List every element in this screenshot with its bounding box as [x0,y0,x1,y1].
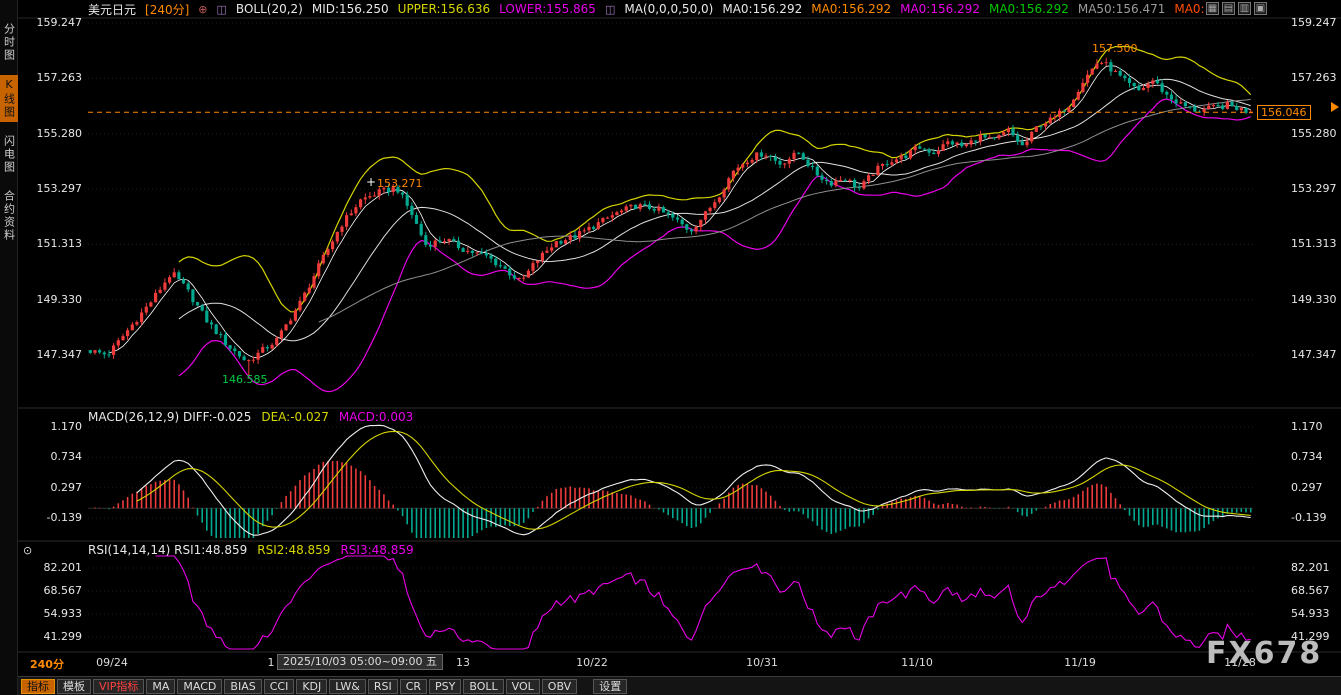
vertical-tile-icon[interactable]: ▥ [1238,2,1251,15]
boll-params: BOLL(20,2) [236,2,303,16]
time-tick: 10/31 [746,656,778,669]
rsi-panel-header: RSI(14,14,14) RSI1:48.859 RSI2:48.859 RS… [88,543,414,557]
tab-obv[interactable]: OBV [542,679,577,694]
trading-app-window: 美元日元 [240分] ⊕ ◫ BOLL(20,2) MID:156.250 U… [0,0,1341,695]
rsi-axis-label: 68.567 [1291,584,1341,597]
tab-lwr[interactable]: LW& [329,679,366,694]
macd-dea-value: DEA:-0.027 [261,410,329,424]
rsi-axis-label: 41.299 [30,630,82,643]
rsi-axis-label: 54.933 [1291,607,1341,620]
single-pane-icon[interactable]: ▣ [1254,2,1267,15]
rsi-axis-label: 82.201 [1291,561,1341,574]
rsi-axis-label: 82.201 [30,561,82,574]
ma-value-4: MA0:156.292 [989,2,1069,16]
price-axis-label: 157.263 [30,71,82,84]
price-chart-canvas[interactable] [0,0,1341,695]
ma-value-1: MA0:156.292 [722,2,802,16]
sidebar-item-timeshare-chart[interactable]: 分时图 [0,20,18,65]
rsi-axis-label: 68.567 [30,584,82,597]
ma-value-2: MA0:156.292 [811,2,891,16]
macd-axis-label: -0.139 [1291,511,1341,524]
price-axis-label: 157.263 [1291,71,1341,84]
horizontal-tile-icon[interactable]: ▤ [1222,2,1235,15]
macd-axis-label: 1.170 [30,420,82,433]
rsi2-value: RSI2:48.859 [257,543,330,557]
grid-layout-icon[interactable]: ▦ [1206,2,1219,15]
boll-upper-value: UPPER:156.636 [398,2,490,16]
crosshair-marker-icon: + [366,175,376,189]
tab-indicator[interactable]: 指标 [21,679,55,694]
time-tick: 09/24 [96,656,128,669]
time-tick: 11/19 [1064,656,1096,669]
header-bar: 美元日元 [240分] ⊕ ◫ BOLL(20,2) MID:156.250 U… [88,0,1212,18]
price-axis-label: 151.313 [30,237,82,250]
price-axis-label: 149.330 [1291,293,1341,306]
period-label[interactable]: [240分] [145,1,189,18]
macd-axis-label: 0.734 [30,450,82,463]
macd-axis-label: 1.170 [1291,420,1341,433]
macd-bar-value: MACD:0.003 [339,410,413,424]
sidebar-item-kline-chart[interactable]: K线图 [0,75,18,122]
symbol-name: 美元日元 [88,1,136,18]
macd-axis-label: 0.297 [30,481,82,494]
tab-vip-indicator[interactable]: VIP指标 [93,679,144,694]
tab-cci[interactable]: CCI [264,679,295,694]
scroll-to-latest-icon[interactable] [1331,102,1339,112]
indicator-toolbar: 指标 模板 VIP指标 MA MACD BIAS CCI KDJ LW& RSI… [18,676,1341,695]
rsi1-value: RSI(14,14,14) RSI1:48.859 [88,543,247,557]
tab-rsi[interactable]: RSI [368,679,398,694]
time-tick: 1 [268,656,275,669]
tab-ma[interactable]: MA [146,679,175,694]
boll-indicator-icon[interactable]: ◫ [217,4,227,15]
tab-settings[interactable]: 设置 [593,679,627,694]
price-axis-label: 151.313 [1291,237,1341,250]
price-axis-label: 153.297 [1291,182,1341,195]
last-price-marker: 156.046 [1257,105,1311,120]
timeframe-label[interactable]: 240分 [30,656,64,672]
tab-macd[interactable]: MACD [177,679,222,694]
ma-params: MA(0,0,0,50,0) [624,2,713,16]
tab-psy[interactable]: PSY [429,679,461,694]
macd-axis-label: 0.734 [1291,450,1341,463]
price-axis-label: 155.280 [1291,127,1341,140]
price-axis-label: 149.330 [30,293,82,306]
macd-panel-header: MACD(26,12,9) DIFF:-0.025 DEA:-0.027 MAC… [88,410,413,424]
price-axis-label: 155.280 [30,127,82,140]
low-price-annotation: 146.585 [222,373,268,386]
sidebar-item-contract-info[interactable]: 合约资料 [0,187,18,245]
price-axis-label: 153.297 [30,182,82,195]
pin-icon[interactable]: ⊕ [198,4,207,15]
time-tick: 10/22 [576,656,608,669]
time-tick: 11/10 [901,656,933,669]
price-axis-label: 147.347 [30,348,82,361]
rsi-axis-label: 54.933 [30,607,82,620]
price-axis-label: 159.247 [1291,16,1341,29]
macd-axis-label: -0.139 [30,511,82,524]
rsi-panel-icon[interactable]: ⊙ [23,544,32,557]
boll-lower-value: LOWER:155.865 [499,2,596,16]
left-sidebar: 分时图 K线图 闪电图 合约资料 [0,0,18,695]
price-axis-label: 147.347 [1291,348,1341,361]
ma-value-3: MA0:156.292 [900,2,980,16]
crosshair-date-tooltip: 2025/10/03 05:00~09:00 五 [277,654,443,670]
time-tick: 13 [456,656,470,669]
tab-vol[interactable]: VOL [506,679,540,694]
window-controls: ▦ ▤ ▥ ▣ [1206,2,1267,15]
fx678-watermark: FX678 [1206,636,1322,671]
macd-diff-value: MACD(26,12,9) DIFF:-0.025 [88,410,251,424]
sidebar-item-lightning-chart[interactable]: 闪电图 [0,132,18,177]
rsi3-value: RSI3:48.859 [340,543,413,557]
tab-cr[interactable]: CR [400,679,427,694]
ma50-value: MA50:156.471 [1078,2,1166,16]
macd-axis-label: 0.297 [1291,481,1341,494]
rally-peak-annotation: 153.271 [377,177,423,190]
tab-bias[interactable]: BIAS [224,679,261,694]
boll-mid-value: MID:156.250 [312,2,389,16]
price-axis-label: 159.247 [30,16,82,29]
high-price-annotation: 157.500 [1092,42,1138,55]
tab-boll[interactable]: BOLL [463,679,503,694]
tab-template[interactable]: 模板 [57,679,91,694]
ma-indicator-icon[interactable]: ◫ [605,4,615,15]
tab-kdj[interactable]: KDJ [296,679,327,694]
